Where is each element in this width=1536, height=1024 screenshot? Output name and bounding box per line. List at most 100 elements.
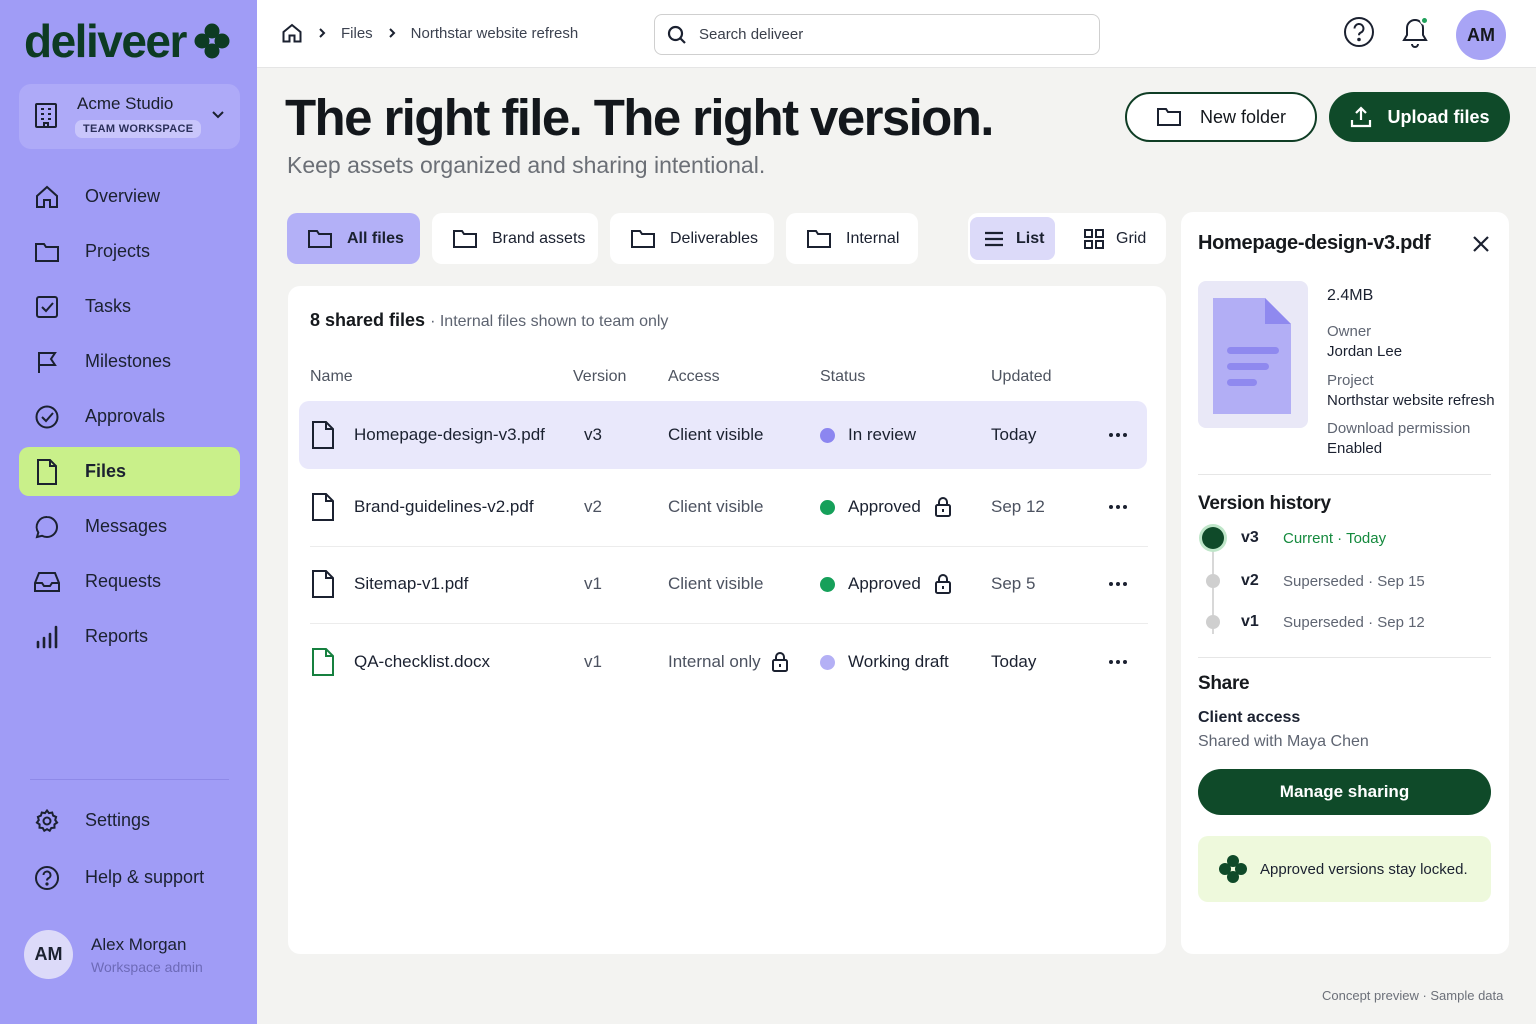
chat-icon <box>33 513 61 541</box>
more-icon[interactable] <box>1108 401 1128 469</box>
filter-label: All files <box>347 229 404 247</box>
workspace-switcher[interactable]: Acme Studio TEAM WORKSPACE <box>19 84 240 149</box>
file-name: Brand-guidelines-v2.pdf <box>354 497 534 516</box>
sidebar-item-files[interactable]: Files <box>19 447 240 496</box>
files-count: 8 shared files · Internal files shown to… <box>310 310 668 331</box>
file-version: v3 <box>584 425 602 444</box>
sidebar-item-label: Requests <box>85 571 162 591</box>
status-dot <box>820 654 835 670</box>
sidebar-item-messages[interactable]: Messages <box>19 502 240 551</box>
sidebar-item-label: Milestones <box>85 351 172 371</box>
breadcrumb-files[interactable]: Files <box>341 25 373 42</box>
version-dot <box>1206 615 1220 629</box>
project-label: Project <box>1327 372 1374 389</box>
sidebar-item-label: Overview <box>85 186 161 206</box>
upload-files-button[interactable]: Upload files <box>1329 92 1510 142</box>
details-size: 2.4MB <box>1327 287 1374 304</box>
filter-label: Internal <box>846 229 900 247</box>
filter-internal[interactable]: Internal <box>786 213 918 264</box>
sidebar-item-reports[interactable]: Reports <box>19 612 240 661</box>
folder-icon <box>1156 106 1182 128</box>
version-note: Current · Today <box>1283 530 1387 547</box>
file-name: Homepage-design-v3.pdf <box>354 425 545 444</box>
home-icon <box>33 183 61 211</box>
sidebar-item-tasks[interactable]: Tasks <box>19 282 240 331</box>
share-title: Share <box>1198 673 1250 694</box>
version-label[interactable]: v1 <box>1241 613 1259 631</box>
file-icon <box>311 473 335 541</box>
view-list-button[interactable]: List <box>970 217 1055 260</box>
client-access-label: Client access <box>1198 709 1301 726</box>
sidebar-item-approvals[interactable]: Approvals <box>19 392 240 441</box>
search-input[interactable] <box>699 26 1079 43</box>
close-icon[interactable] <box>1471 234 1491 254</box>
sidebar-item-help[interactable]: Help & support <box>19 853 240 902</box>
table-row[interactable]: Sitemap-v1.pdf v1 Client visible Approve… <box>299 550 1147 618</box>
folder-icon <box>33 238 61 266</box>
lock-icon <box>934 573 952 595</box>
filter-all-files[interactable]: All files <box>287 213 420 264</box>
view-grid-button[interactable]: Grid <box>1070 217 1162 260</box>
file-version: v1 <box>584 574 602 593</box>
file-updated: Sep 12 <box>991 497 1045 516</box>
version-label[interactable]: v3 <box>1241 529 1259 547</box>
more-icon[interactable] <box>1108 628 1128 696</box>
secondary-nav: Settings Help & support <box>19 796 240 910</box>
manage-sharing-button[interactable]: Manage sharing <box>1198 769 1491 815</box>
user-profile[interactable]: AM Alex Morgan Workspace admin <box>24 930 203 979</box>
download-permission-label: Download permission <box>1327 420 1471 437</box>
current-version-dot <box>1202 527 1224 549</box>
filter-label: Deliverables <box>670 229 759 247</box>
avatar[interactable]: AM <box>1456 10 1506 60</box>
divider <box>1198 657 1491 658</box>
sidebar-item-label: Projects <box>85 241 151 261</box>
bar-chart-icon <box>33 623 61 651</box>
avatar: AM <box>24 930 73 979</box>
sidebar-item-label: Settings <box>85 810 151 830</box>
logo[interactable]: deliveer <box>24 14 230 68</box>
sidebar-item-milestones[interactable]: Milestones <box>19 337 240 386</box>
version-label[interactable]: v2 <box>1241 572 1259 590</box>
more-icon[interactable] <box>1108 550 1128 618</box>
view-grid-label: Grid <box>1116 229 1147 247</box>
filter-label: Brand assets <box>492 229 586 247</box>
notification-dot <box>1420 16 1429 25</box>
sidebar-item-overview[interactable]: Overview <box>19 172 240 221</box>
file-access: Internal only <box>668 652 761 671</box>
new-folder-button[interactable]: New folder <box>1125 92 1317 142</box>
file-name: Sitemap-v1.pdf <box>354 574 469 593</box>
sidebar-item-requests[interactable]: Requests <box>19 557 240 606</box>
breadcrumb-project[interactable]: Northstar website refresh <box>411 25 579 42</box>
view-toggle: List Grid <box>968 213 1166 264</box>
folder-icon <box>452 228 478 250</box>
search-icon <box>667 25 687 45</box>
files-count-note: · Internal files shown to team only <box>430 313 669 330</box>
version-note: Superseded · Sep 12 <box>1283 614 1425 631</box>
column-header-status[interactable]: Status <box>820 368 865 386</box>
chevron-right-icon <box>387 27 397 39</box>
file-icon <box>33 458 61 486</box>
more-icon[interactable] <box>1108 473 1128 541</box>
check-circle-icon <box>33 403 61 431</box>
locked-versions-note: Approved versions stay locked. <box>1198 836 1491 902</box>
column-header-updated[interactable]: Updated <box>991 368 1052 386</box>
help-icon[interactable] <box>1343 16 1375 48</box>
sidebar-divider <box>30 779 229 780</box>
sidebar-item-label: Files <box>85 461 127 481</box>
column-header-version[interactable]: Version <box>573 368 626 386</box>
home-icon[interactable] <box>281 22 303 44</box>
filter-deliverables[interactable]: Deliverables <box>610 213 774 264</box>
status-dot <box>820 499 835 515</box>
table-row[interactable]: Homepage-design-v3.pdf v3 Client visible… <box>299 401 1147 469</box>
divider <box>1198 474 1491 475</box>
sidebar-item-projects[interactable]: Projects <box>19 227 240 276</box>
column-header-access[interactable]: Access <box>668 368 720 386</box>
filter-brand-assets[interactable]: Brand assets <box>432 213 598 264</box>
file-updated: Today <box>991 425 1037 444</box>
table-row[interactable]: Brand-guidelines-v2.pdf v2 Client visibl… <box>299 473 1147 541</box>
file-name: QA-checklist.docx <box>354 652 491 671</box>
clover-logo-icon <box>194 23 230 59</box>
table-row[interactable]: QA-checklist.docx v1 Internal only Worki… <box>299 628 1147 696</box>
sidebar-item-settings[interactable]: Settings <box>19 796 240 845</box>
column-header-name[interactable]: Name <box>310 368 353 386</box>
